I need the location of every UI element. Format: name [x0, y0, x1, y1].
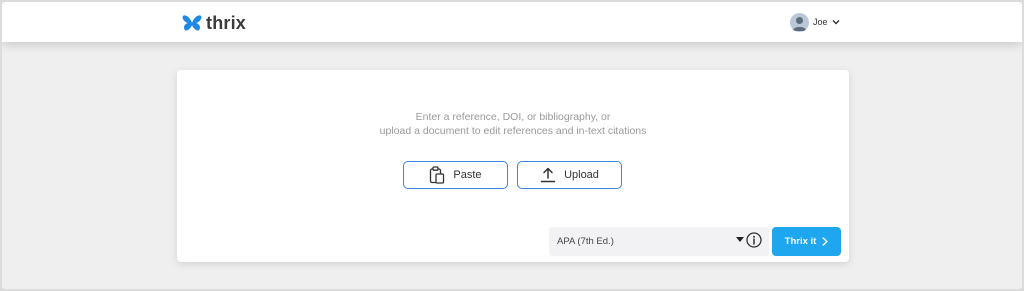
reference-input-card: Enter a reference, DOI, or bibliography,… [177, 70, 849, 262]
paste-label: Paste [453, 169, 482, 181]
thrix-it-button[interactable]: Thrix it [772, 227, 841, 256]
upload-icon [540, 167, 556, 183]
instruction-text-secondary: upload a document to edit references and… [379, 125, 647, 137]
upload-label: Upload [564, 169, 599, 181]
caret-down-icon[interactable] [736, 237, 744, 242]
thrix-it-label: Thrix it [784, 236, 817, 247]
user-avatar-icon [790, 12, 809, 32]
user-name: Joe [813, 17, 828, 27]
brand-logo[interactable]: thrix [182, 12, 246, 34]
butterfly-icon [182, 15, 202, 31]
chevron-right-icon [822, 237, 829, 246]
info-icon[interactable] [746, 232, 762, 248]
user-menu[interactable]: Joe [790, 11, 840, 33]
top-navbar: thrix Joe [2, 2, 1022, 42]
clipboard-icon [430, 166, 445, 184]
brand-name: thrix [206, 12, 247, 33]
citation-style-value: APA (7th Ed.) [557, 236, 614, 247]
instruction-text: Enter a reference, DOI, or bibliography,… [415, 111, 611, 123]
upload-button[interactable]: Upload [517, 161, 622, 189]
app-window: thrix Joe Enter a reference, DOI, or bib… [2, 2, 1022, 289]
paste-button[interactable]: Paste [403, 161, 508, 189]
chevron-down-icon [832, 20, 840, 25]
